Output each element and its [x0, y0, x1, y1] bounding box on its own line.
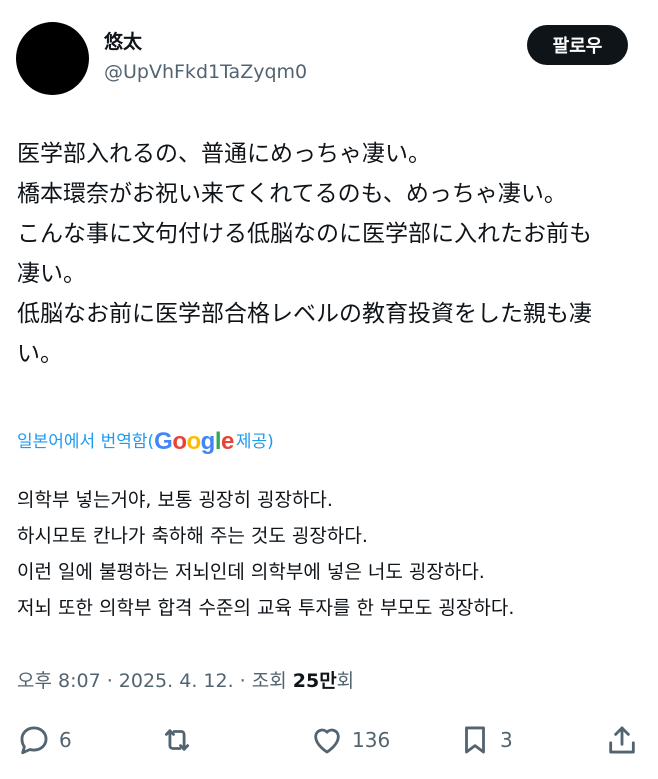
tweet-line: 橋本環奈がお祝い来てくれてるのも、めっちゃ凄い。: [17, 181, 567, 207]
translation-suffix: 제공): [235, 432, 274, 452]
avatar[interactable]: [16, 22, 89, 95]
tweet-line: 凄い。: [17, 261, 86, 287]
translated-line: 이런 일에 불평하는 저뇌인데 의학부에 넣은 너도 굉장하다.: [17, 561, 485, 583]
translated-text: 의학부 넣는거야, 보통 굉장히 굉장하다. 하시모토 칸나가 축하해 주는 것…: [17, 482, 642, 626]
translated-line: 저뇌 또한 의학부 합격 수준의 교육 투자를 한 부모도 굉장하다.: [17, 597, 515, 619]
tweet-line: こんな事に文句付ける低脳なのに医学部に入れたお前も: [17, 221, 592, 247]
translated-line: 의학부 넣는거야, 보통 굉장히 굉장하다.: [17, 489, 333, 511]
tweet-date[interactable]: 2025. 4. 12.: [119, 670, 234, 692]
like-button[interactable]: 136: [310, 718, 390, 762]
tweet-line: 低脳なお前に医学部合格レベルの教育投資をした親も凄: [17, 301, 592, 327]
repost-button[interactable]: [160, 718, 194, 762]
views-prefix: 조회: [251, 670, 293, 692]
translation-prefix: 일본어에서 번역함(: [17, 432, 155, 452]
bookmark-button[interactable]: 3: [458, 718, 513, 762]
tweet-text: 医学部入れるの、普通にめっちゃ凄い。 橋本環奈がお祝い来てくれてるのも、めっちゃ…: [17, 134, 642, 374]
tweet-line: 医学部入れるの、普通にめっちゃ凄い。: [17, 141, 431, 167]
repost-icon: [164, 729, 190, 751]
tweet-line: い。: [17, 341, 63, 367]
reply-count: 6: [59, 728, 72, 752]
google-logo: Google: [154, 428, 234, 455]
translated-line: 하시모토 칸나가 축하해 주는 것도 굉장하다.: [17, 525, 368, 547]
bookmark-icon: [465, 726, 485, 754]
reply-button[interactable]: 6: [17, 718, 72, 762]
share-button[interactable]: [605, 718, 639, 762]
translation-attribution[interactable]: 일본어에서 번역함( Google 제공): [17, 427, 274, 457]
views-count: 25만: [292, 670, 337, 692]
share-icon: [609, 726, 635, 754]
author-handle[interactable]: @UpVhFkd1TaZyqm0: [104, 60, 307, 84]
tweet-meta: 오후 8:07 · 2025. 4. 12. · 조회 25만회: [17, 670, 355, 692]
action-bar: 6 136 3: [0, 718, 658, 762]
bookmark-count: 3: [500, 728, 513, 752]
follow-button[interactable]: 팔로우: [527, 25, 628, 65]
like-icon: [314, 728, 340, 754]
like-count: 136: [352, 728, 391, 752]
tweet-time[interactable]: 오후 8:07: [17, 670, 101, 692]
reply-icon: [20, 726, 48, 755]
views-suffix: 회: [336, 670, 355, 692]
author-display-name[interactable]: 悠太: [104, 30, 142, 54]
